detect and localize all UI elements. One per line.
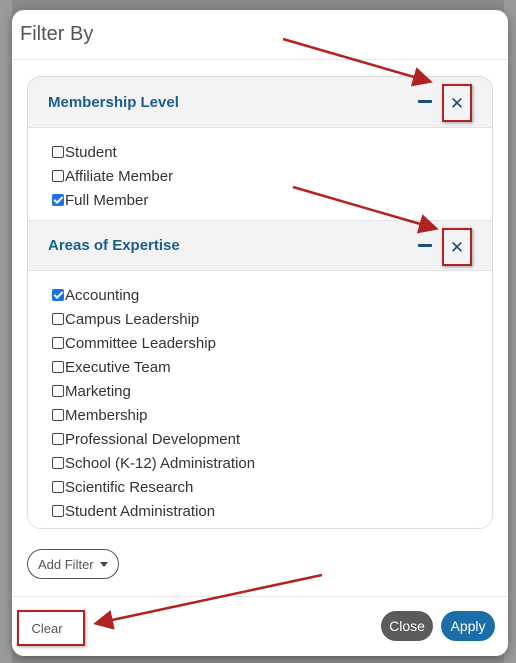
section-header-membership-level[interactable]: Membership Level ✕ bbox=[28, 77, 492, 128]
list-item[interactable]: Full Member bbox=[52, 188, 492, 212]
list-item[interactable]: Membership bbox=[52, 403, 492, 427]
clear-button[interactable]: Clear bbox=[21, 615, 73, 641]
apply-button[interactable]: Apply bbox=[441, 611, 495, 641]
background-left bbox=[0, 0, 12, 663]
option-label: Scientific Research bbox=[65, 478, 194, 496]
section-title: Membership Level bbox=[48, 93, 179, 111]
list-item[interactable]: Professional Development bbox=[52, 427, 492, 451]
checkbox[interactable] bbox=[52, 289, 64, 301]
close-icon: ✕ bbox=[449, 237, 465, 257]
checkbox[interactable] bbox=[52, 409, 64, 421]
list-item[interactable]: Executive Team bbox=[52, 355, 492, 379]
option-label: Accounting bbox=[65, 286, 140, 304]
list-item[interactable]: School (K-12) Administration bbox=[52, 451, 492, 475]
close-button[interactable]: Close bbox=[381, 611, 433, 641]
modal-header: Filter By bbox=[12, 10, 508, 60]
checkbox[interactable] bbox=[52, 457, 64, 469]
modal-footer: Clear Close Apply bbox=[12, 596, 508, 656]
caret-down-icon bbox=[99, 561, 108, 567]
close-icon: ✕ bbox=[449, 93, 465, 113]
add-filter-button[interactable]: Add Filter bbox=[27, 549, 119, 579]
list-item[interactable]: Committee Leadership bbox=[52, 331, 492, 355]
list-item[interactable]: Affiliate Member bbox=[52, 164, 492, 188]
option-label: Student bbox=[65, 143, 117, 161]
option-label: Full Member bbox=[65, 191, 149, 209]
remove-filter-button[interactable]: ✕ bbox=[442, 84, 472, 122]
list-item[interactable]: Student Administration bbox=[52, 499, 492, 523]
option-label: Committee Leadership bbox=[65, 334, 216, 352]
option-label: Student Administration bbox=[65, 502, 216, 520]
collapse-minus-icon[interactable] bbox=[418, 100, 432, 103]
option-label: Professional Development bbox=[65, 430, 241, 448]
list-item[interactable]: Campus Leadership bbox=[52, 307, 492, 331]
checkbox[interactable] bbox=[52, 170, 64, 182]
option-label: Campus Leadership bbox=[65, 310, 200, 328]
section-header-areas-of-expertise[interactable]: Areas of Expertise ✕ bbox=[28, 220, 492, 271]
option-label: Executive Team bbox=[65, 358, 171, 376]
filter-card: Membership Level ✕ Student Affiliate Mem… bbox=[27, 76, 493, 529]
list-item[interactable]: Scientific Research bbox=[52, 475, 492, 499]
list-item[interactable]: Accounting bbox=[52, 283, 492, 307]
checkbox[interactable] bbox=[52, 481, 64, 493]
collapse-minus-icon[interactable] bbox=[418, 244, 432, 247]
list-item[interactable]: Marketing bbox=[52, 379, 492, 403]
membership-level-options: Student Affiliate Member Full Member bbox=[28, 128, 492, 220]
list-item[interactable]: Student bbox=[52, 140, 492, 164]
option-label: Marketing bbox=[65, 382, 131, 400]
checkbox[interactable] bbox=[52, 433, 64, 445]
modal-title: Filter By bbox=[20, 23, 94, 45]
option-label: Membership bbox=[65, 406, 148, 424]
section-title: Areas of Expertise bbox=[48, 237, 180, 254]
checkbox[interactable] bbox=[52, 146, 64, 158]
option-label: Affiliate Member bbox=[65, 167, 174, 185]
areas-of-expertise-options: Accounting Campus Leadership Committee L… bbox=[28, 271, 492, 528]
checkbox[interactable] bbox=[52, 194, 64, 206]
checkbox[interactable] bbox=[52, 313, 64, 325]
checkbox[interactable] bbox=[52, 505, 64, 517]
checkbox[interactable] bbox=[52, 337, 64, 349]
option-label: School (K-12) Administration bbox=[65, 454, 256, 472]
checkbox[interactable] bbox=[52, 385, 64, 397]
remove-filter-button[interactable]: ✕ bbox=[442, 228, 472, 266]
checkbox[interactable] bbox=[52, 361, 64, 373]
filter-modal: Filter By Membership Level ✕ Student Aff… bbox=[12, 10, 508, 656]
add-filter-label: Add Filter bbox=[38, 556, 94, 572]
